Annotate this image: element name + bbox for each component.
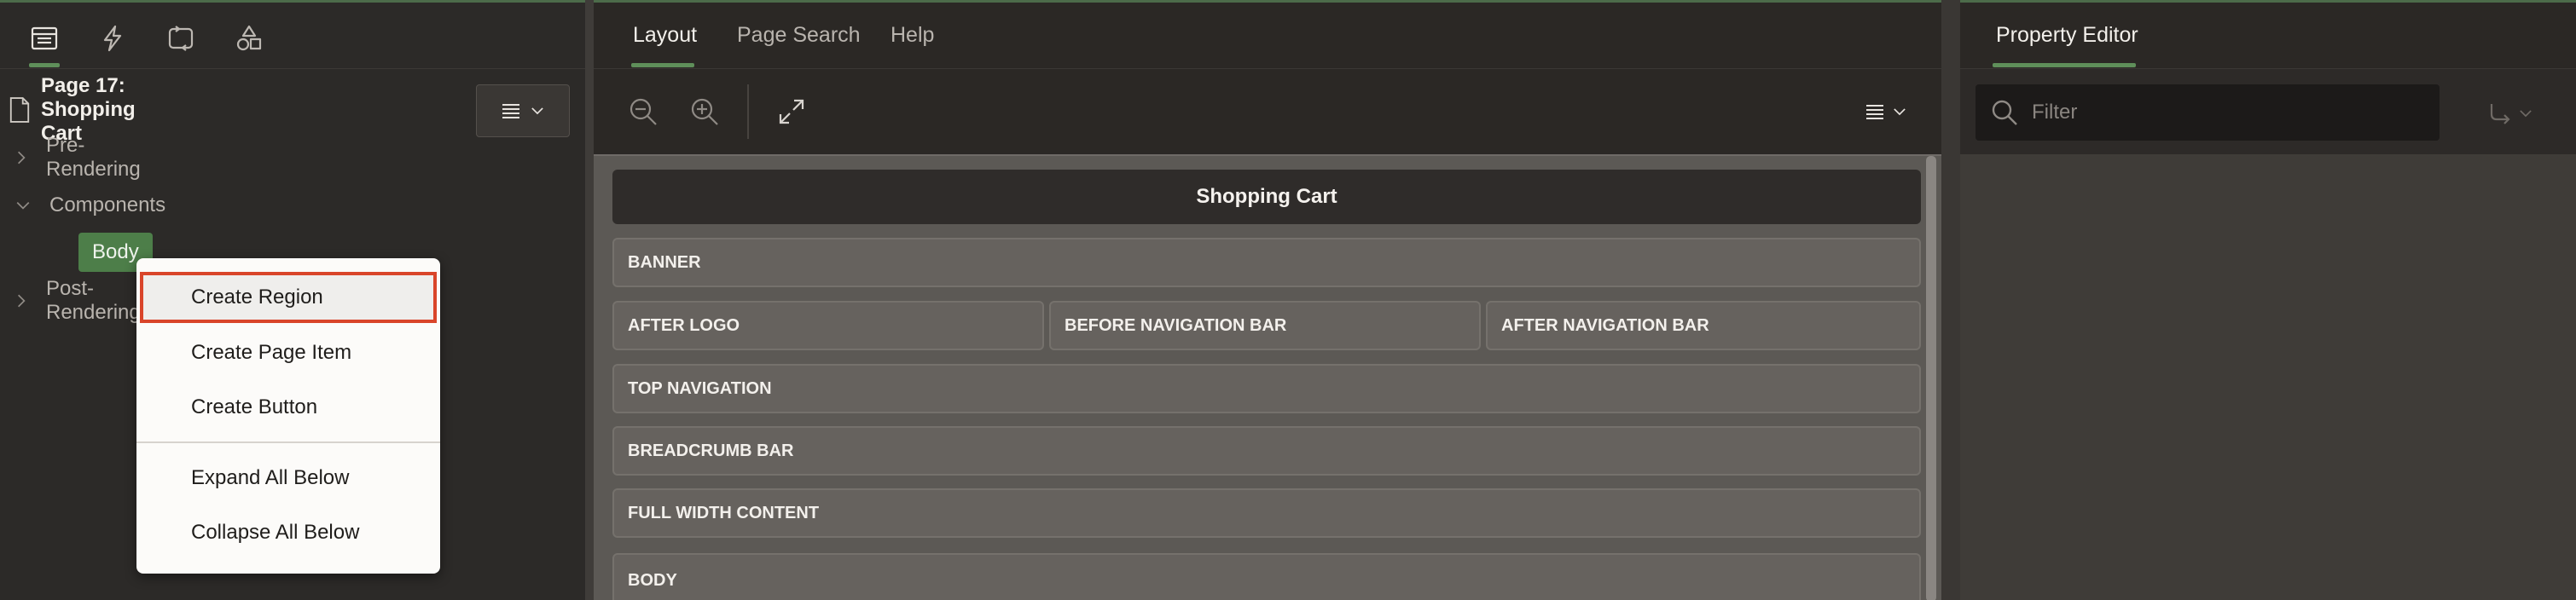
- toolbar-separator: [747, 84, 749, 139]
- rendering-tree-icon: [31, 26, 58, 50]
- middle-pane-tabs: Layout Page Search Help: [594, 3, 1941, 69]
- shared-components-tab[interactable]: [227, 16, 271, 61]
- tree-node-components[interactable]: Components: [12, 187, 165, 224]
- rendering-tab[interactable]: [22, 16, 67, 61]
- context-menu: Create Region Create Page Item Create Bu…: [136, 258, 440, 574]
- active-tab-indicator: [1993, 63, 2136, 67]
- layout-pane: Layout Page Search Help Shopping Cart BA…: [594, 3, 1941, 600]
- slot-body[interactable]: BODY: [612, 553, 1921, 600]
- active-tab-indicator: [29, 63, 60, 67]
- menu-item-expand-all-below[interactable]: Expand All Below: [136, 453, 440, 504]
- go-to-group-icon: [2490, 104, 2510, 124]
- go-to-group-button[interactable]: [2480, 95, 2540, 132]
- tree-node-page[interactable]: Page 17: Shopping Cart: [9, 74, 142, 145]
- filter-field[interactable]: [1976, 84, 2440, 141]
- processing-tab[interactable]: [159, 16, 203, 61]
- tree-node-post-rendering[interactable]: Post-Rendering: [12, 277, 144, 324]
- left-splitter[interactable]: [585, 0, 594, 600]
- tree-label-post-rendering: Post-Rendering: [46, 277, 141, 324]
- right-pane-tabs: Property Editor: [1960, 3, 2576, 69]
- page-icon: [9, 91, 31, 129]
- chevron-right-icon[interactable]: [12, 290, 31, 312]
- property-editor-toolbar: [1960, 69, 2576, 154]
- slot-after-navigation-bar[interactable]: AFTER NAVIGATION BAR: [1486, 301, 1921, 350]
- lightning-icon: [103, 25, 122, 52]
- menu-lines-icon: [1866, 105, 1883, 119]
- search-icon: [1992, 100, 2017, 125]
- menu-item-create-button[interactable]: Create Button: [136, 382, 440, 433]
- dynamic-actions-tab[interactable]: [90, 16, 135, 61]
- layout-toolbar: [594, 69, 1941, 154]
- tree-label-components: Components: [49, 193, 166, 216]
- chevron-right-icon[interactable]: [12, 147, 31, 169]
- property-editor-pane: Property Editor: [1960, 3, 2576, 600]
- tree-node-pre-rendering[interactable]: Pre-Rendering: [12, 134, 144, 181]
- filter-input[interactable]: [2032, 101, 2424, 124]
- chevron-down-icon: [1894, 108, 1906, 116]
- slot-full-width-content[interactable]: FULL WIDTH CONTENT: [612, 488, 1921, 538]
- shapes-icon: [236, 25, 262, 51]
- tree-menu-button[interactable]: [476, 84, 570, 137]
- slot-after-logo[interactable]: AFTER LOGO: [612, 301, 1044, 350]
- active-tab-indicator: [631, 63, 694, 67]
- tab-layout[interactable]: Layout: [633, 23, 697, 48]
- right-splitter[interactable]: [1941, 0, 1960, 600]
- zoom-in-icon[interactable]: [686, 93, 723, 130]
- menu-lines-icon: [502, 104, 519, 118]
- slot-before-navigation-bar[interactable]: BEFORE NAVIGATION BAR: [1049, 301, 1481, 350]
- processing-cycle-icon: [168, 26, 194, 51]
- tree-label-pre-rendering: Pre-Rendering: [46, 134, 141, 181]
- slot-top-navigation[interactable]: TOP NAVIGATION: [612, 364, 1921, 413]
- slot-breadcrumb-bar[interactable]: BREADCRUMB BAR: [612, 426, 1921, 476]
- canvas-scrollbar[interactable]: [1926, 156, 1936, 600]
- tab-help[interactable]: Help: [891, 23, 934, 48]
- chevron-down-icon: [2520, 110, 2532, 118]
- page-header[interactable]: Shopping Cart: [612, 170, 1921, 224]
- layout-canvas[interactable]: Shopping Cart BANNER AFTER LOGO BEFORE N…: [594, 154, 1941, 600]
- layout-menu-button[interactable]: [1856, 93, 1916, 130]
- left-pane-tabs: [0, 3, 585, 69]
- menu-item-collapse-all-below[interactable]: Collapse All Below: [136, 507, 440, 558]
- tab-page-search[interactable]: Page Search: [737, 23, 861, 48]
- menu-item-create-region[interactable]: Create Region: [140, 272, 437, 323]
- slot-banner[interactable]: BANNER: [612, 238, 1921, 287]
- tab-property-editor[interactable]: Property Editor: [1996, 23, 2138, 48]
- rendering-tree-pane: Page 17: Shopping Cart Pre-Rendering Com…: [0, 3, 585, 600]
- chevron-down-icon[interactable]: [12, 194, 34, 216]
- expand-icon[interactable]: [773, 93, 810, 130]
- menu-separator: [136, 441, 440, 443]
- menu-item-create-page-item[interactable]: Create Page Item: [136, 327, 440, 378]
- zoom-out-icon[interactable]: [624, 93, 662, 130]
- chevron-down-icon: [531, 107, 543, 115]
